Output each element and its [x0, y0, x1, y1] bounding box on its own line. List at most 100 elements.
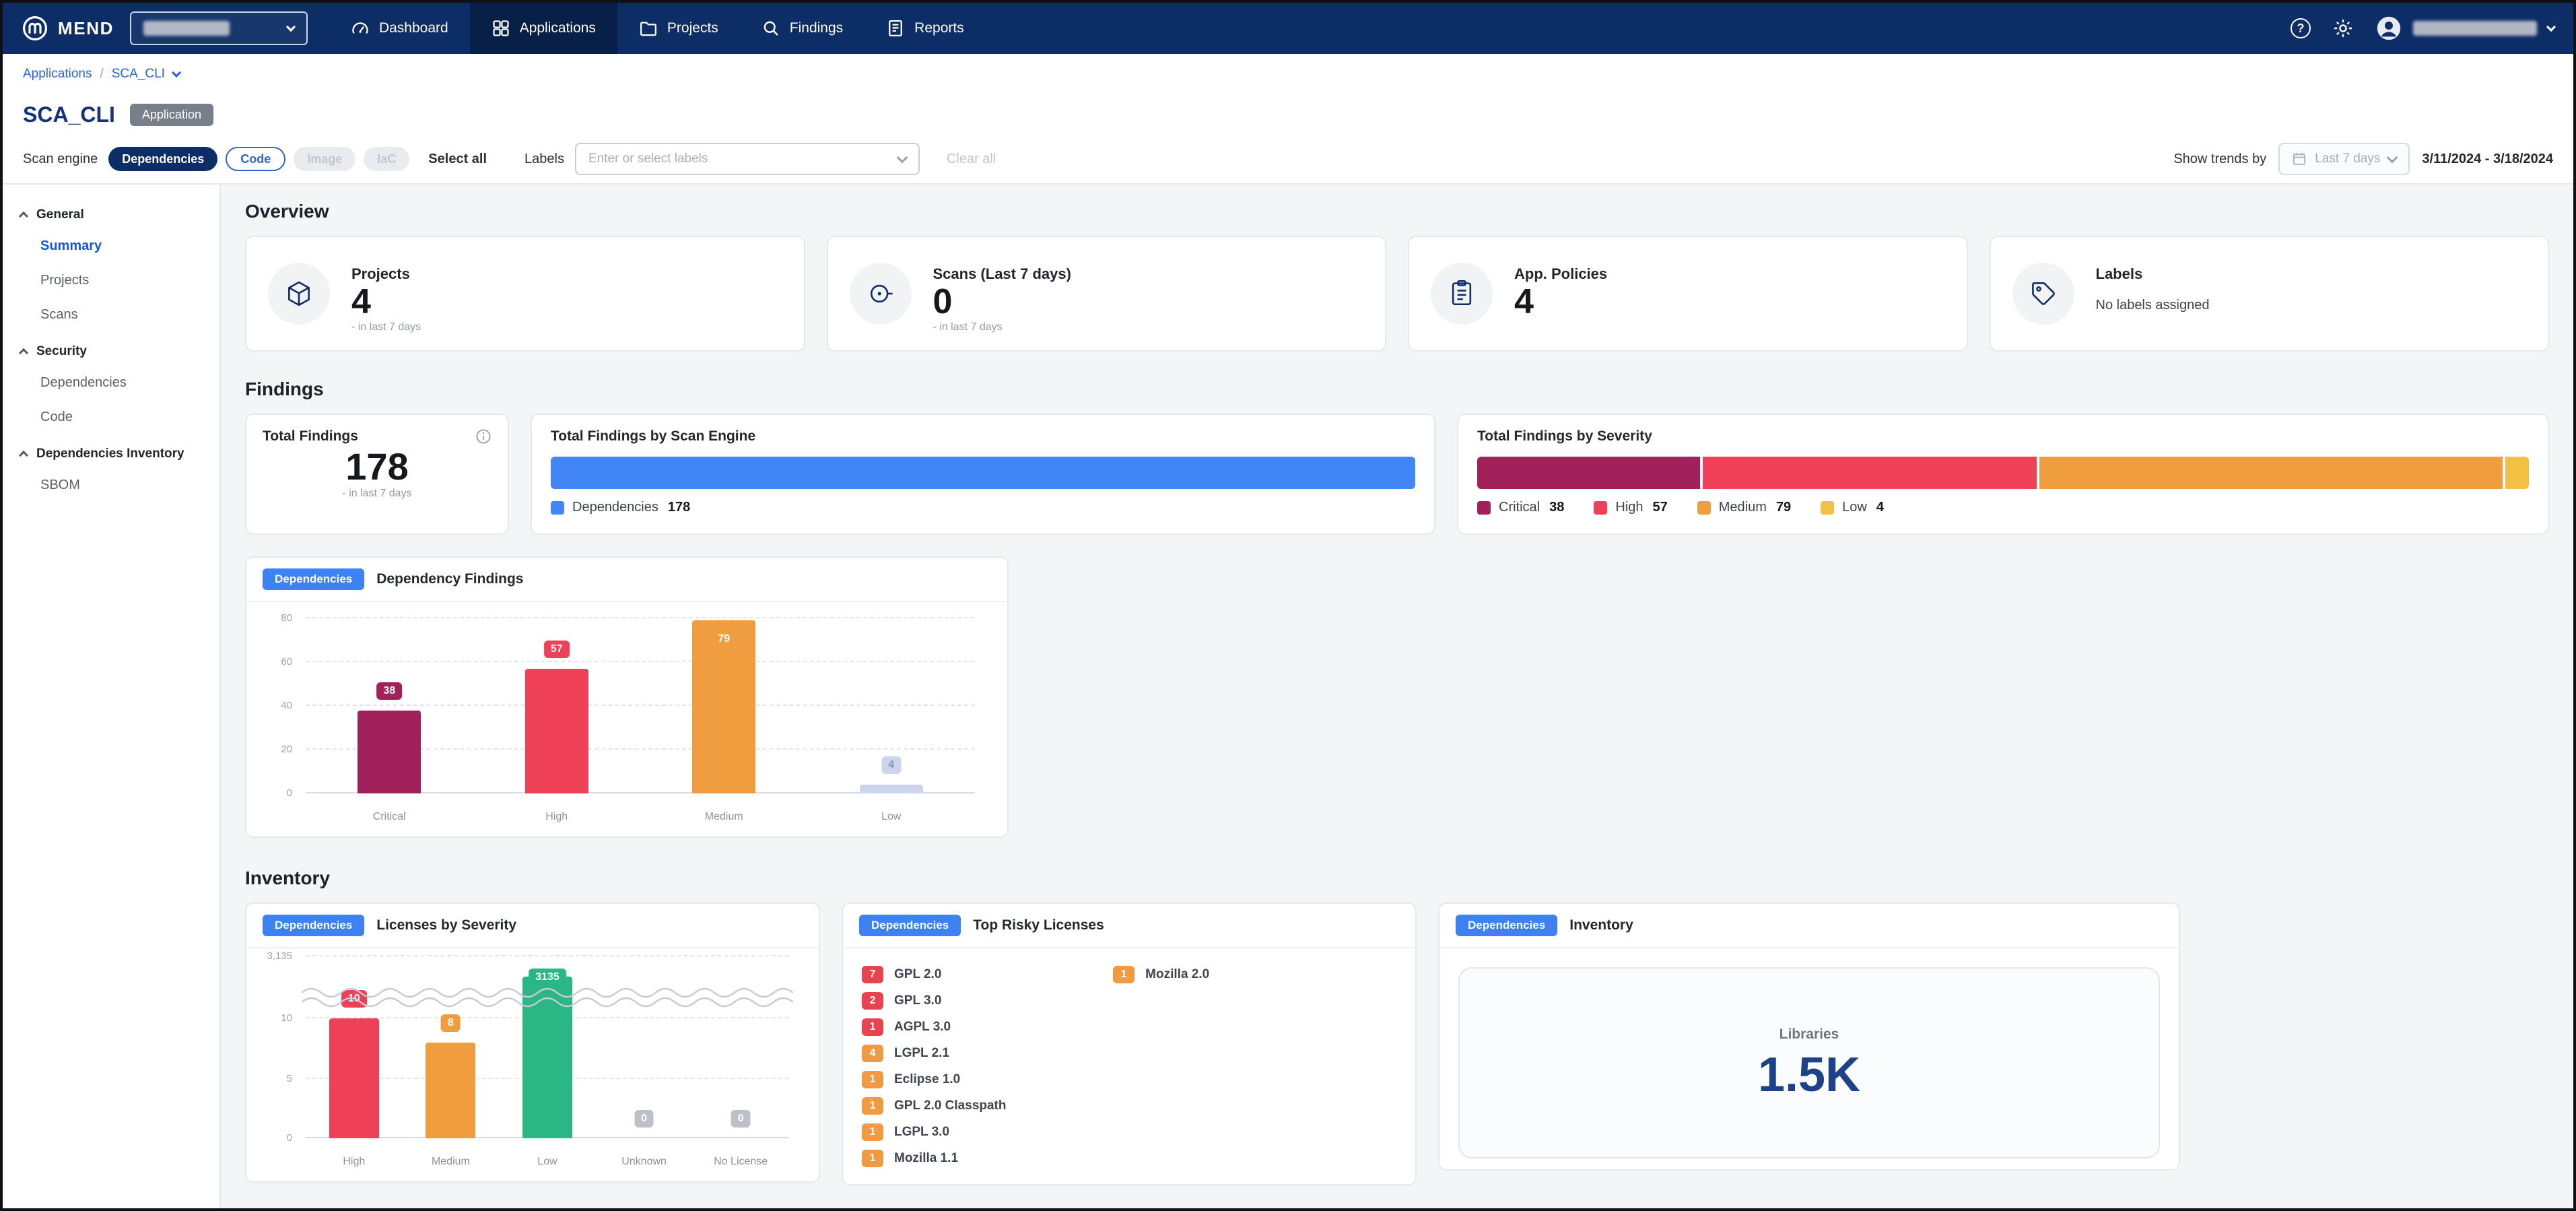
labels-label: Labels: [524, 152, 564, 167]
date-range: 3/11/2024 - 3/18/2024: [2422, 152, 2553, 167]
pill-dependencies[interactable]: Dependencies: [108, 147, 217, 171]
overview-card-app-policies: App. Policies4: [1408, 236, 1968, 352]
breadcrumb-current[interactable]: SCA_CLI: [112, 67, 165, 81]
sidebar-section-header-dependencies-inventory[interactable]: Dependencies Inventory: [3, 434, 219, 468]
legend-swatch: [551, 501, 564, 515]
nav-item-applications[interactable]: Applications: [470, 3, 617, 54]
sidebar-item-dependencies[interactable]: Dependencies: [3, 366, 219, 400]
license-row-lgpl-3-0: 1LGPL 3.0: [862, 1123, 1113, 1141]
top-risky-licenses-card: Dependencies Top Risky Licenses 7GPL 2.0…: [842, 903, 1417, 1185]
license-name: GPL 2.0 Classpath: [894, 1099, 1007, 1113]
bar-value-medium: 8: [441, 1014, 461, 1032]
legend-label: Medium: [1719, 500, 1767, 515]
findings-by-severity-title: Total Findings by Severity: [1477, 428, 2529, 445]
dependencies-tab-badge[interactable]: Dependencies: [859, 915, 961, 936]
bar-medium: [426, 1043, 475, 1138]
sidebar-item-scans[interactable]: Scans: [3, 298, 219, 332]
license-name: GPL 3.0: [894, 993, 941, 1008]
bar-slot-unknown: 0: [596, 956, 693, 1138]
settings-gear-icon[interactable]: [2332, 18, 2354, 39]
chevron-up-icon: [19, 348, 28, 358]
pill-image: Image: [294, 147, 355, 171]
legend-low: Low4: [1821, 500, 1884, 515]
sidebar-item-projects[interactable]: Projects: [3, 263, 219, 298]
y-tick-label: 0: [287, 787, 292, 799]
bar-slot-low: 4: [808, 618, 976, 793]
sidebar-item-code[interactable]: Code: [3, 400, 219, 434]
mend-logo[interactable]: MEND: [22, 15, 114, 42]
chevron-down-icon[interactable]: [896, 152, 908, 164]
chevron-down-icon[interactable]: [172, 68, 181, 77]
findings-by-severity-card: Total Findings by Severity Critical38Hig…: [1457, 414, 2549, 535]
chevron-down-icon: [286, 22, 296, 32]
license-row-lgpl-2-1: 4LGPL 2.1: [862, 1045, 1113, 1062]
sidebar: GeneralSummaryProjectsScansSecurityDepen…: [3, 185, 221, 1208]
top-navbar: MEND DashboardApplicationsProjectsFindin…: [3, 3, 2573, 54]
dependencies-tab-badge[interactable]: Dependencies: [1456, 915, 1557, 936]
org-selector[interactable]: [130, 11, 308, 45]
reports-icon: [886, 19, 905, 38]
sidebar-item-summary[interactable]: Summary: [3, 229, 219, 263]
bar-value-medium: 79: [711, 630, 737, 648]
x-tick-label: Low: [808, 811, 976, 823]
license-count-badge: 1: [862, 1123, 883, 1141]
nav-item-projects[interactable]: Projects: [617, 3, 740, 54]
chevron-down-icon: [2546, 22, 2556, 32]
legend-dependencies: Dependencies178: [551, 500, 690, 515]
legend-value: 79: [1776, 500, 1791, 515]
sidebar-section-header-security[interactable]: Security: [3, 332, 219, 366]
chart-plot: 3857794: [306, 618, 975, 793]
nav-item-reports[interactable]: Reports: [865, 3, 986, 54]
sidebar-section-header-general[interactable]: General: [3, 195, 219, 229]
bar-low: [860, 785, 923, 793]
legend-swatch: [1821, 501, 1834, 515]
dependencies-tab-badge[interactable]: Dependencies: [263, 568, 364, 590]
labels-combobox[interactable]: [575, 143, 920, 175]
breadcrumb-applications[interactable]: Applications: [23, 67, 92, 81]
labels-input[interactable]: [588, 152, 890, 166]
page-title: SCA_CLI: [23, 102, 115, 127]
overview-card-sub: - in last 7 days: [351, 321, 421, 333]
dependencies-tab-badge[interactable]: Dependencies: [263, 915, 364, 936]
libraries-value: 1.5K: [1758, 1051, 1860, 1099]
legend-value: 4: [1876, 500, 1884, 515]
license-name: Mozilla 2.0: [1145, 967, 1209, 982]
x-axis: HighMediumLowUnknownNo License: [306, 1156, 789, 1168]
help-icon[interactable]: ?: [2291, 18, 2311, 38]
license-count-badge: 7: [862, 966, 883, 983]
user-menu[interactable]: [2375, 15, 2554, 42]
license-name: AGPL 3.0: [894, 1020, 951, 1035]
sidebar-section-security: SecurityDependenciesCode: [3, 332, 219, 434]
nav-item-dashboard[interactable]: Dashboard: [329, 3, 470, 54]
bar-segment-high: [1703, 457, 2037, 489]
scan-engine-label: Scan engine: [23, 152, 98, 167]
inventory-cards: Dependencies Licenses by Severity 05103,…: [245, 903, 2549, 1185]
avatar-icon: [2375, 15, 2402, 42]
bar-value-low: 4: [881, 756, 901, 774]
findings-icon: [761, 19, 780, 38]
nav-menu: DashboardApplicationsProjectsFindingsRep…: [329, 3, 986, 54]
libraries-metric-box: Libraries 1.5K: [1458, 967, 2160, 1158]
risky-licenses-column-2: 1Mozilla 2.0: [1113, 966, 1396, 1167]
y-axis: 05103,135: [257, 956, 298, 1138]
chart-plot: 108313500: [306, 956, 789, 1138]
license-row-eclipse-1-0: 1Eclipse 1.0: [862, 1071, 1113, 1088]
bar-segment-critical: [1477, 457, 1700, 489]
legend-label: High: [1615, 500, 1643, 515]
navbar-right: ?: [2291, 15, 2554, 42]
select-all-button[interactable]: Select all: [428, 152, 487, 167]
nav-item-findings[interactable]: Findings: [740, 3, 865, 54]
engine-pills: DependenciesCodeImageIaC: [108, 147, 409, 171]
sidebar-item-sbom[interactable]: SBOM: [3, 468, 219, 502]
dependency-findings-card: Dependencies Dependency Findings 0204060…: [245, 556, 1009, 838]
overview-card-title: App. Policies: [1514, 265, 1607, 283]
trend-range-select[interactable]: Last 7 days: [2278, 143, 2410, 175]
info-icon[interactable]: [475, 428, 492, 445]
bar-slot-low: 3135: [499, 956, 596, 1138]
redacted-username: [2413, 21, 2537, 36]
total-findings-title: Total Findings: [263, 428, 358, 445]
pill-code[interactable]: Code: [226, 147, 285, 171]
mend-logo-icon: [22, 15, 48, 42]
inventory-heading: Inventory: [245, 868, 2549, 889]
x-tick-label: Medium: [403, 1156, 500, 1168]
